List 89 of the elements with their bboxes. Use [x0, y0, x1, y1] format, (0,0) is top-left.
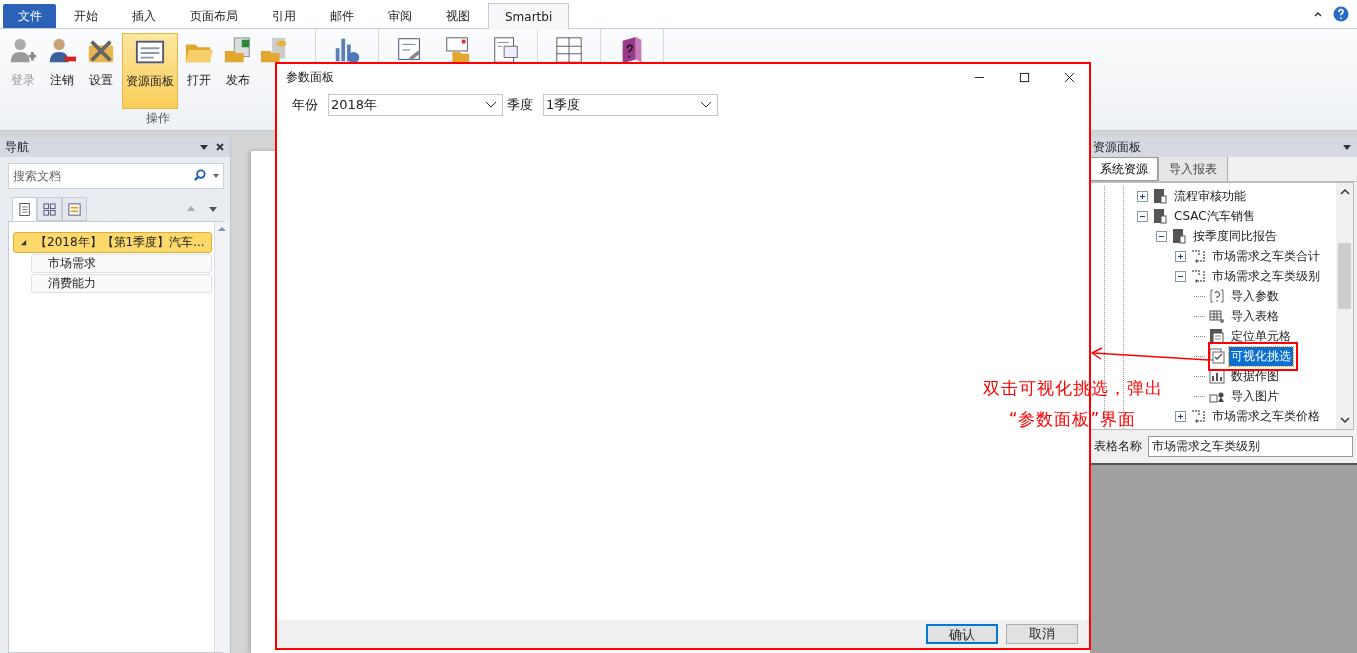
scroll-thumb[interactable] — [1338, 243, 1351, 309]
ribbon-tab[interactable]: 页面布局 — [174, 4, 254, 28]
folder-icon — [1152, 208, 1168, 224]
param-label: 季度 — [507, 96, 534, 114]
panel-tab[interactable]: 系统资源 — [1090, 157, 1159, 181]
tree-item[interactable]: 按季度同比报告 — [1191, 226, 1279, 246]
tree-item[interactable]: 导入表格 — [1229, 306, 1281, 326]
tree-item[interactable]: 流程审核功能 — [1172, 186, 1248, 206]
tree-item[interactable]: 市场需求之车类级别 — [1210, 266, 1322, 286]
scrollbar[interactable] — [213, 222, 229, 652]
close-icon[interactable] — [1064, 71, 1075, 83]
tree-item[interactable]: 市场需求之车类价格 — [1210, 406, 1322, 426]
ribbon-button[interactable]: 设置 — [83, 33, 119, 109]
plus-icon — [1138, 191, 1147, 201]
panel-title: 资源面板 — [1093, 138, 1141, 156]
tree-item[interactable]: CSAC汽车销售 — [1172, 206, 1257, 226]
dialog-button[interactable]: 取消 — [1006, 624, 1078, 644]
panel-tab[interactable]: 导入报表 — [1159, 157, 1228, 181]
chevron-down-icon[interactable] — [485, 101, 497, 109]
dropdown-field[interactable]: 1季度 — [543, 94, 718, 116]
collapse-ribbon-icon[interactable] — [1313, 9, 1323, 19]
panel-title: 导航 — [5, 138, 29, 156]
table-icon — [1209, 308, 1225, 324]
plus-icon — [1176, 251, 1185, 261]
ribbon-tab[interactable]: 审阅 — [372, 4, 428, 28]
collapse-button[interactable] — [1175, 270, 1186, 282]
folder-icon — [1171, 228, 1187, 244]
heading-item[interactable]: 市场需求 — [31, 254, 212, 273]
file-menu-tab[interactable]: 文件 — [3, 4, 56, 28]
tree-item[interactable]: 市场需求之车类合计 — [1210, 246, 1322, 266]
view-tab[interactable] — [12, 197, 37, 221]
tree-item[interactable]: 导入参数 — [1229, 286, 1281, 306]
chevron-down-icon[interactable] — [700, 101, 712, 109]
document-icon[interactable] — [491, 35, 521, 65]
report-icon — [1190, 408, 1206, 424]
layout-grid-icon[interactable] — [554, 35, 584, 65]
tree-item[interactable]: 可视化挑选 — [1229, 346, 1293, 366]
dropdown-icon[interactable] — [199, 142, 209, 152]
collapse-button[interactable] — [1156, 230, 1167, 242]
maximize-icon[interactable] — [1019, 71, 1030, 83]
expand-button[interactable] — [1175, 250, 1186, 262]
report-icon — [1190, 248, 1206, 264]
down-arrow-icon[interactable] — [208, 204, 218, 214]
dialog-title: 参数面板 — [286, 68, 334, 86]
ribbon-tab[interactable]: 邮件 — [314, 4, 370, 28]
dialog-button[interactable]: 确认 — [926, 624, 998, 644]
annotation-text: 双击可视化挑选，弹出 — [982, 377, 1163, 400]
ribbon-button[interactable]: 发布 — [220, 33, 256, 109]
close-icon[interactable] — [215, 142, 225, 152]
heading-item[interactable]: 【2018年】【第1季度】汽车... — [13, 232, 212, 253]
collapse-button[interactable] — [1137, 210, 1148, 222]
plus-icon — [1176, 411, 1185, 421]
param-label: 年份 — [292, 96, 319, 114]
tree-item[interactable]: 定位单元格 — [1229, 326, 1293, 346]
ribbon-button[interactable]: 注销 — [44, 33, 80, 109]
folder-icon — [1152, 188, 1168, 204]
ribbon-button[interactable]: 打开 — [181, 33, 217, 109]
table-name-field[interactable]: 市场需求之车类级别 — [1148, 436, 1353, 457]
question-icon — [1209, 288, 1225, 304]
field-label: 表格名称 — [1094, 438, 1142, 455]
expand-button[interactable] — [1137, 190, 1148, 202]
expand-button[interactable] — [1175, 410, 1186, 422]
thumbnails-icon — [42, 201, 57, 217]
cell-icon — [1209, 328, 1225, 344]
checkbox-list-icon — [1209, 348, 1225, 364]
view-tab[interactable] — [62, 197, 87, 221]
tree-item[interactable]: 数据作图 — [1229, 366, 1281, 386]
search-icon[interactable] — [193, 169, 206, 182]
help-icon[interactable] — [1333, 6, 1349, 22]
annotation-text: “参数面板”界面 — [1008, 408, 1137, 431]
results-icon — [67, 201, 82, 217]
heading-item[interactable]: 消费能力 — [31, 274, 212, 293]
ribbon-tab[interactable]: 插入 — [116, 4, 172, 28]
ribbon-button[interactable]: 资源面板 — [122, 33, 178, 109]
view-tab[interactable] — [37, 197, 62, 221]
dropdown-icon[interactable] — [1342, 142, 1352, 152]
ribbon-tab[interactable]: 开始 — [58, 4, 114, 28]
report-icon — [1190, 268, 1206, 284]
caret-icon[interactable] — [213, 174, 219, 178]
triangle-icon — [20, 239, 27, 246]
dropdown-field[interactable]: 2018年 — [328, 94, 503, 116]
page-icon — [18, 201, 31, 217]
ribbon-tab[interactable]: 引用 — [256, 4, 312, 28]
tree-item[interactable]: 导入图片 — [1229, 386, 1281, 406]
search-field[interactable]: 搜索文档 — [8, 163, 224, 189]
scrollbar[interactable] — [1336, 183, 1353, 429]
ribbon-tab[interactable]: 视图 — [430, 4, 486, 28]
group-label: 操作 — [144, 110, 171, 127]
ribbon-tab[interactable]: Smartbi — [488, 3, 570, 29]
